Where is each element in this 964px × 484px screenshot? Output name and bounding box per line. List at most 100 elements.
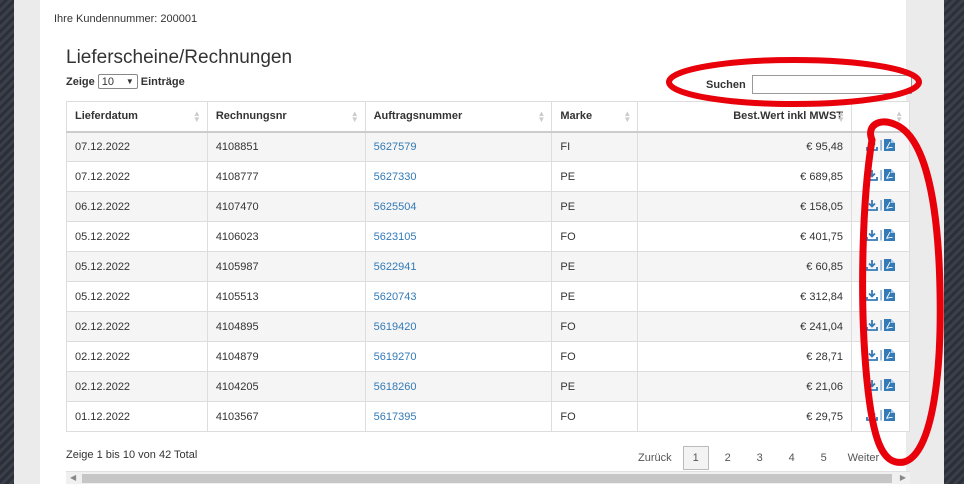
pagination-next[interactable]: Weiter: [840, 452, 888, 464]
cell-auftragsnummer: 5619420: [364, 311, 553, 342]
cell-rechnungsnr: 4106023: [206, 221, 366, 252]
pagination: Zurück 1 2 3 4 5 Weiter: [630, 446, 887, 470]
pdf-icon[interactable]: [884, 409, 896, 421]
sort-icon: ▲ ▼: [192, 109, 201, 124]
order-number-link[interactable]: 5618260: [374, 381, 417, 393]
pdf-icon[interactable]: [884, 289, 896, 301]
header-actions[interactable]: ▲ ▼: [851, 101, 910, 133]
download-icon[interactable]: [865, 349, 878, 361]
cell-best-wert: € 241,04: [637, 311, 852, 342]
scroll-left-icon[interactable]: ◀: [70, 473, 76, 482]
order-number-link[interactable]: 5627579: [374, 141, 417, 153]
cell-lieferdatum: 05.12.2022: [66, 251, 208, 282]
horizontal-scrollbar[interactable]: ◀ ▶: [66, 471, 910, 484]
cell-actions: |: [851, 221, 910, 252]
entries-select[interactable]: 10 ▼: [97, 74, 138, 89]
order-number-link[interactable]: 5623105: [374, 231, 417, 243]
pagination-prev[interactable]: Zurück: [630, 452, 680, 464]
sort-icon: ▲ ▼: [895, 109, 903, 124]
action-separator: |: [879, 199, 883, 211]
cell-marke: FO: [551, 221, 639, 252]
cell-auftragsnummer: 5625504: [364, 191, 553, 222]
cell-actions: |: [851, 311, 910, 342]
download-icon[interactable]: [865, 169, 878, 181]
cell-actions: |: [851, 131, 910, 162]
cell-rechnungsnr: 4104895: [206, 311, 366, 342]
pagination-page-3[interactable]: 3: [744, 452, 776, 464]
header-best-wert[interactable]: Best.Wert inkl MWST ▲ ▼: [637, 101, 852, 133]
cell-rechnungsnr: 4104879: [206, 341, 366, 372]
pagination-page-1[interactable]: 1: [682, 446, 709, 470]
entries-select-value: 10: [101, 75, 114, 88]
length-suffix: Einträge: [140, 75, 185, 88]
download-icon[interactable]: [865, 229, 878, 241]
download-icon[interactable]: [865, 319, 878, 331]
sort-icon: ▲ ▼: [350, 109, 359, 124]
background-left: [0, 0, 14, 484]
cell-auftragsnummer: 5627579: [364, 131, 553, 162]
pdf-icon[interactable]: [884, 199, 896, 211]
cell-actions: |: [851, 161, 910, 192]
order-number-link[interactable]: 5619270: [374, 351, 417, 363]
sort-icon: ▲ ▼: [537, 109, 546, 124]
action-separator: |: [879, 409, 883, 421]
order-number-link[interactable]: 5627330: [374, 171, 417, 183]
cell-actions: |: [851, 401, 910, 432]
cell-lieferdatum: 07.12.2022: [66, 161, 208, 192]
pdf-icon[interactable]: [884, 169, 896, 181]
order-number-link[interactable]: 5619420: [374, 321, 417, 333]
cell-lieferdatum: 02.12.2022: [66, 311, 208, 342]
order-number-link[interactable]: 5622941: [374, 261, 417, 273]
pdf-icon[interactable]: [884, 349, 896, 361]
order-number-link[interactable]: 5620743: [374, 291, 417, 303]
cell-best-wert: € 28,71: [637, 341, 852, 372]
cell-best-wert: € 312,84: [637, 281, 852, 312]
cell-lieferdatum: 06.12.2022: [66, 191, 208, 222]
download-icon[interactable]: [865, 409, 878, 421]
order-number-link[interactable]: 5625504: [374, 201, 417, 213]
cell-marke: FI: [551, 131, 639, 162]
pagination-page-4[interactable]: 4: [776, 452, 808, 464]
download-icon[interactable]: [865, 289, 878, 301]
cell-marke: PE: [551, 161, 639, 192]
download-icon[interactable]: [865, 139, 878, 152]
cell-marke: FO: [551, 401, 639, 432]
search-box: Suchen: [706, 75, 912, 94]
download-icon[interactable]: [865, 259, 878, 271]
sort-icon: ▲ ▼: [837, 109, 845, 124]
cell-auftragsnummer: 5617395: [364, 401, 553, 432]
table-row: 05.12.2022 4105987 5622941 PE € 60,85 |: [66, 251, 910, 282]
pdf-icon[interactable]: [884, 259, 896, 271]
cell-rechnungsnr: 4107470: [206, 191, 366, 222]
cell-best-wert: € 29,75: [637, 401, 852, 432]
header-auftragsnummer[interactable]: Auftragsnummer ▲ ▼: [364, 101, 553, 133]
search-label: Suchen: [706, 78, 746, 91]
pagination-page-5[interactable]: 5: [808, 452, 840, 464]
pdf-icon[interactable]: [884, 139, 896, 152]
pdf-icon[interactable]: [884, 229, 896, 241]
scrollbar-thumb[interactable]: [82, 474, 892, 483]
download-icon[interactable]: [865, 379, 878, 391]
scroll-right-icon[interactable]: ▶: [900, 473, 906, 482]
chevron-down-icon: ▼: [125, 77, 134, 86]
cell-actions: |: [851, 341, 910, 372]
pdf-icon[interactable]: [884, 319, 896, 331]
header-rechnungsnr[interactable]: Rechnungsnr ▲ ▼: [206, 101, 366, 133]
length-prefix: Zeige: [66, 75, 95, 88]
search-input[interactable]: [751, 75, 912, 94]
cell-marke: PE: [551, 191, 639, 222]
header-lieferdatum[interactable]: Lieferdatum ▲ ▼: [66, 101, 208, 133]
cell-lieferdatum: 02.12.2022: [66, 371, 208, 402]
invoice-table: Lieferdatum ▲ ▼ Rechnungsnr ▲ ▼ Auftragsnumm…: [66, 101, 910, 432]
sort-icon: ▲ ▼: [623, 109, 632, 124]
order-number-link[interactable]: 5617395: [374, 411, 417, 423]
action-separator: |: [879, 319, 883, 331]
cell-rechnungsnr: 4104205: [206, 371, 366, 402]
download-icon[interactable]: [865, 199, 878, 211]
cell-rechnungsnr: 4108777: [206, 161, 366, 192]
action-separator: |: [879, 379, 883, 391]
pdf-icon[interactable]: [884, 379, 896, 391]
cell-marke: PE: [551, 371, 639, 402]
header-marke[interactable]: Marke ▲ ▼: [551, 101, 639, 133]
pagination-page-2[interactable]: 2: [712, 452, 744, 464]
